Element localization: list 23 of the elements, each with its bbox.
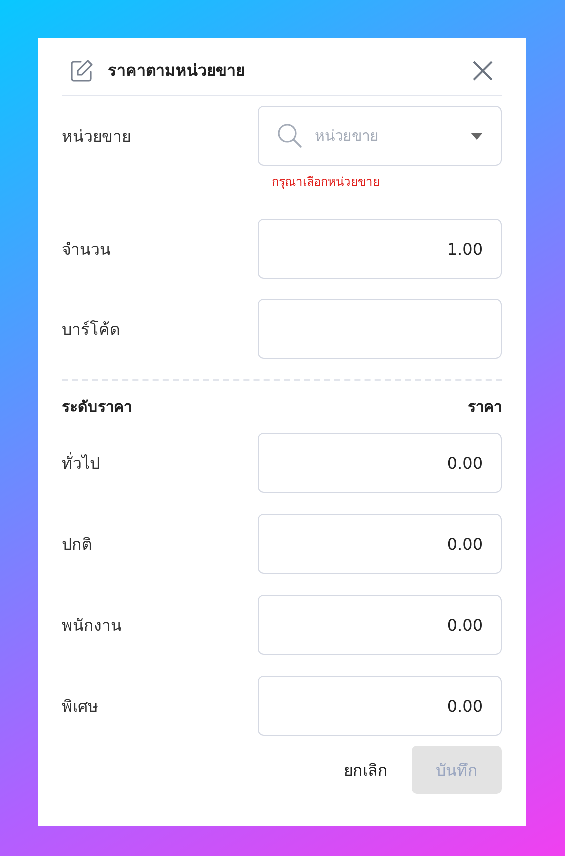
column-header: ระดับราคา: [62, 397, 132, 418]
price-level-label: พนักงาน: [62, 614, 122, 636]
price-level-label: ทั่วไป: [62, 452, 100, 474]
price-level-label: ปกติ: [62, 534, 92, 556]
input-field[interactable]: 1.00: [258, 219, 502, 279]
price-level-label: พิเศษ: [62, 696, 99, 718]
caret-icon: [471, 132, 483, 140]
placeholder-text: หน่วยขาย: [315, 126, 380, 147]
price-field[interactable]: 0.00: [258, 595, 502, 655]
price-field[interactable]: 0.00: [258, 514, 502, 574]
input-field[interactable]: [258, 299, 502, 359]
price-field[interactable]: 0.00: [258, 676, 502, 736]
close-button[interactable]: [472, 60, 494, 82]
search-icon: [277, 123, 303, 149]
error-message: กรุณาเลือกหน่วยขาย: [272, 174, 381, 191]
price-field[interactable]: 0.00: [258, 433, 502, 493]
field-label: จำนวน: [62, 238, 111, 260]
edit-icon: [70, 58, 94, 82]
column-header: ราคา: [468, 397, 502, 418]
dialog-title: ราคาตามหน่วยขาย: [108, 60, 246, 82]
field-label: บาร์โค้ด: [62, 318, 120, 340]
field-label: หน่วยขาย: [62, 126, 131, 148]
cancel-button[interactable]: ยกเลิก: [344, 746, 388, 794]
